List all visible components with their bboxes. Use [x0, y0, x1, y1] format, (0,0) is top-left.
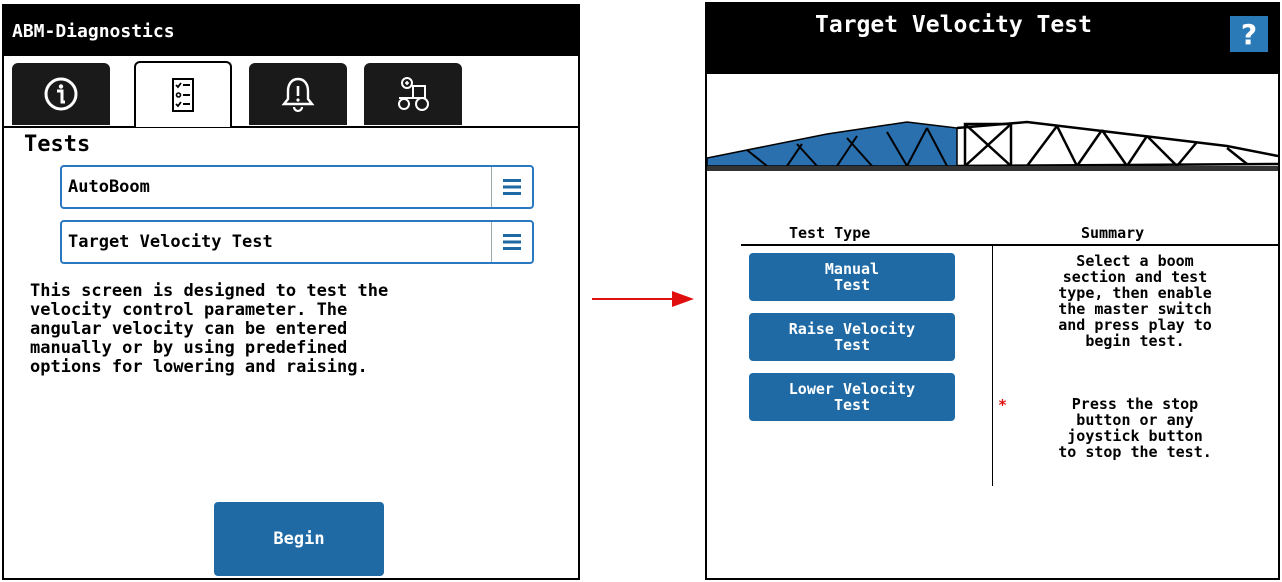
bell-icon — [281, 77, 315, 113]
test-category-select[interactable]: AutoBoom — [60, 165, 534, 209]
diagnostics-panel: ABM-Diagnostics Tests AutoBoom Target Ve… — [2, 4, 580, 580]
tab-bar — [4, 56, 578, 128]
arrow-connector — [592, 298, 676, 300]
test-description: This screen is designed to test the velo… — [30, 281, 389, 377]
menu-icon[interactable] — [491, 222, 532, 262]
help-button[interactable]: ? — [1230, 16, 1268, 52]
tab-tests[interactable] — [134, 61, 232, 127]
column-header-summary: Summary — [1081, 224, 1145, 242]
app-title: ABM-Diagnostics — [4, 6, 578, 56]
stop-note: Press the stop button or any joystick bu… — [1058, 395, 1212, 461]
panel-header: Target Velocity Test ? — [707, 4, 1278, 74]
info-icon — [44, 77, 78, 111]
tab-machine[interactable] — [364, 63, 462, 125]
boom-diagram — [707, 100, 1278, 190]
tractor-icon — [398, 77, 429, 111]
menu-icon[interactable] — [491, 167, 532, 207]
header-divider — [741, 244, 1278, 246]
checklist-icon — [172, 78, 194, 112]
arrow-head-icon — [672, 291, 694, 307]
tab-info[interactable] — [12, 63, 110, 125]
select-value: AutoBoom — [68, 177, 150, 197]
target-velocity-panel: Target Velocity Test ? Test Type Summary… — [705, 2, 1280, 580]
column-divider — [992, 246, 993, 486]
panel-title: Target Velocity Test — [815, 12, 1092, 38]
begin-button[interactable]: Begin — [214, 502, 384, 576]
raise-velocity-test-button[interactable]: Raise Velocity Test — [749, 313, 955, 361]
boom-section-icon — [707, 120, 1278, 171]
select-value: Target Velocity Test — [68, 232, 273, 252]
column-header-test-type: Test Type — [789, 224, 871, 242]
test-name-select[interactable]: Target Velocity Test — [60, 220, 534, 264]
test-summary: Select a boom section and test type, the… — [1058, 252, 1212, 350]
lower-velocity-test-button[interactable]: Lower Velocity Test — [749, 373, 955, 421]
section-title: Tests — [24, 132, 91, 157]
manual-test-button[interactable]: Manual Test — [749, 253, 955, 301]
tab-alarms[interactable] — [249, 63, 347, 125]
